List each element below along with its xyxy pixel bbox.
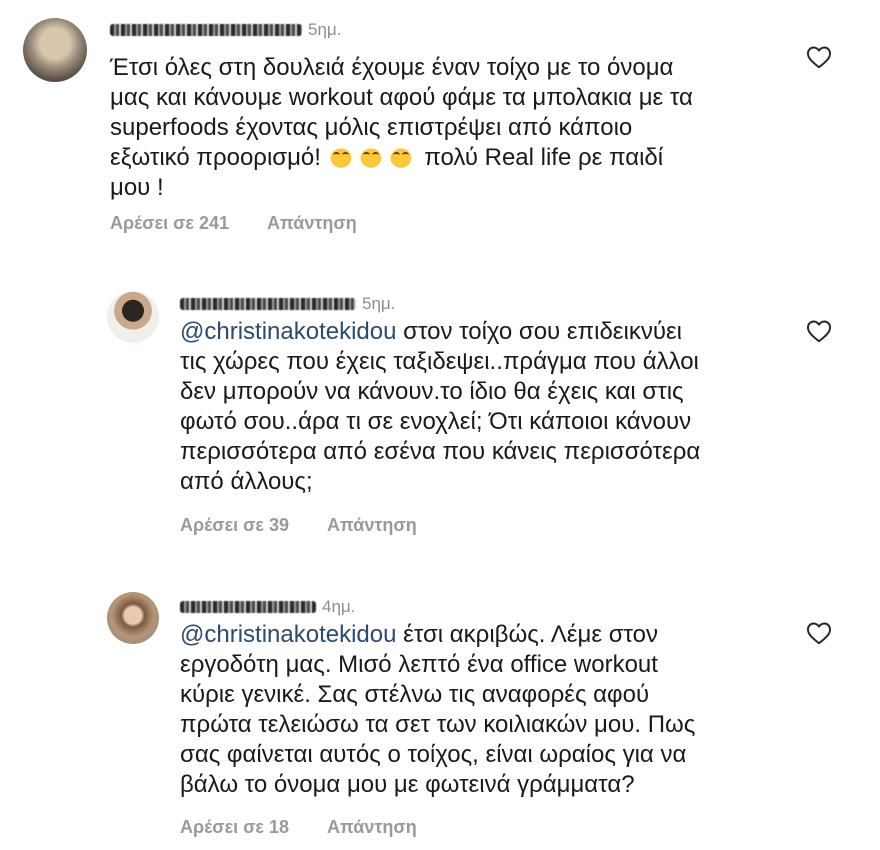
- avatar[interactable]: [107, 592, 159, 644]
- comment-line: τις χώρες που έχεις ταξιδεψει..πράγμα πο…: [180, 348, 699, 375]
- laughing-cat-emoji-icon: [387, 146, 414, 168]
- comment-text: @christinakotekidou στον τοίχο σου επιδε…: [180, 317, 700, 497]
- heart-outline-icon[interactable]: [806, 319, 832, 343]
- username-blurred[interactable]: [180, 298, 356, 310]
- username-blurred[interactable]: [110, 24, 302, 36]
- likes-count[interactable]: Αρέσει σε 241: [110, 213, 229, 234]
- comment-line: superfoods έχοντας μόλις επιστρέψει από …: [110, 114, 633, 141]
- comment-actions: Αρέσει σε 241 Απάντηση: [110, 213, 357, 234]
- comment-line: από άλλους;: [180, 468, 313, 495]
- comment-feed: 5ημ. Έτσι όλες στη δουλειά έχουμε έναν τ…: [0, 0, 880, 850]
- likes-count[interactable]: Αρέσει σε 39: [180, 515, 289, 536]
- comment-line: Έτσι όλες στη δουλειά έχουμε έναν τοίχο …: [110, 54, 674, 81]
- comment-meta: 5ημ.: [110, 20, 341, 40]
- heart-outline-icon[interactable]: [806, 45, 832, 69]
- comment-line: μας και κάνουμε workout αφού φάμε τα μπο…: [110, 84, 693, 111]
- comment-line: εξωτικό προορισμό! πολύ Real life ρε παι…: [110, 143, 693, 173]
- username-blurred[interactable]: [180, 601, 316, 613]
- mention-link[interactable]: @christinakotekidou: [180, 621, 396, 648]
- comment-line: μου !: [110, 174, 164, 201]
- comment-line: βάλω το όνομα μου με φωτεινά γράμματα?: [180, 771, 635, 798]
- comment-line: σας φαίνεται αυτός ο τοίχος, είναι ωραίο…: [180, 741, 687, 768]
- comment-meta: 5ημ.: [180, 294, 395, 314]
- timestamp: 4ημ.: [322, 597, 356, 616]
- comment-line: κύριε γενικέ. Σας στέλνω τις αναφορές αφ…: [180, 681, 650, 708]
- comment-line-part: στον τοίχο σου επιδεικνύει: [403, 318, 682, 345]
- avatar[interactable]: [23, 18, 87, 82]
- likes-count[interactable]: Αρέσει σε 18: [180, 817, 289, 838]
- comment-line-part: πολύ Real life ρε παιδί: [424, 144, 664, 171]
- comment-text: @christinakotekidou έτσι ακριβώς. Λέμε σ…: [180, 620, 695, 800]
- comment-line-part: εξωτικό προορισμό!: [110, 144, 321, 171]
- comment-line-part: έτσι ακριβώς. Λέμε στον: [403, 621, 658, 648]
- avatar[interactable]: [107, 291, 159, 343]
- reply-button[interactable]: Απάντηση: [267, 213, 357, 234]
- comment-line: φωτό σου..άρα τι σε ενοχλεί; Ότι κάποιοι…: [180, 408, 692, 435]
- comment-line: πρώτα τελειώσω τα σετ των κοιλιακών μου.…: [180, 711, 696, 738]
- reply-button[interactable]: Απάντηση: [327, 817, 417, 838]
- laughing-cat-emoji-icon: [357, 146, 384, 168]
- comment-actions: Αρέσει σε 39 Απάντηση: [180, 515, 417, 536]
- reply-button[interactable]: Απάντηση: [327, 515, 417, 536]
- comment-line: περισσότερα από εσένα που κάνεις περισσό…: [180, 438, 701, 465]
- comment-text: Έτσι όλες στη δουλειά έχουμε έναν τοίχο …: [110, 53, 693, 203]
- mention-link[interactable]: @christinakotekidou: [180, 318, 396, 345]
- comment-line: @christinakotekidou έτσι ακριβώς. Λέμε σ…: [180, 620, 695, 650]
- timestamp: 5ημ.: [308, 20, 342, 39]
- comment-line: εργοδότη μας. Μισό λεπτό ένα office work…: [180, 651, 658, 678]
- timestamp: 5ημ.: [362, 294, 396, 313]
- heart-outline-icon[interactable]: [806, 621, 832, 645]
- comment-line: δεν μπορούν να κάνουν.το ίδιο θα έχεις κ…: [180, 378, 684, 405]
- comment-line: @christinakotekidou στον τοίχο σου επιδε…: [180, 317, 700, 347]
- laughing-cat-emoji-icon: [327, 146, 354, 168]
- comment-actions: Αρέσει σε 18 Απάντηση: [180, 817, 417, 838]
- comment-meta: 4ημ.: [180, 597, 355, 617]
